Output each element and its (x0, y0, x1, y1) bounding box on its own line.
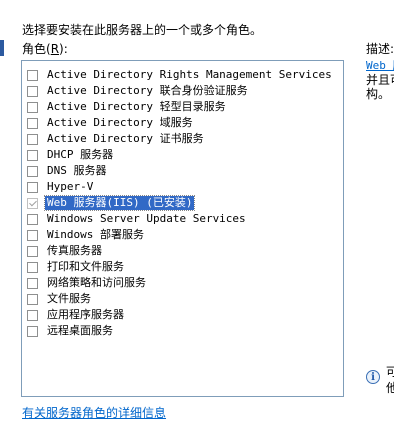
info-line-2: 他 (386, 381, 394, 395)
role-item[interactable]: Active Directory 证书服务 (27, 131, 206, 147)
role-label: 网络策略和访问服务 (47, 276, 146, 289)
role-item[interactable]: Windows Server Update Services (27, 211, 248, 227)
role-checkbox[interactable] (27, 293, 38, 305)
role-label: 远程桌面服务 (47, 324, 113, 337)
role-label: 传真服务器 (47, 244, 102, 257)
more-info-link[interactable]: 有关服务器角色的详细信息 (22, 404, 166, 421)
role-item[interactable]: 远程桌面服务 (27, 323, 115, 339)
role-item[interactable]: Web 服务器(IIS) (已安装) (27, 195, 196, 211)
description-label: 描述: (366, 42, 394, 56)
role-checkbox[interactable] (27, 149, 38, 161)
roles-label-suffix: ): (59, 42, 68, 56)
role-checkbox[interactable] (27, 261, 38, 273)
role-checkbox[interactable] (27, 117, 38, 129)
role-label: Active Directory 联合身份验证服务 (47, 84, 248, 97)
role-label: Active Directory 证书服务 (47, 132, 204, 145)
role-item[interactable]: Active Directory Rights Management Servi… (27, 67, 334, 83)
role-checkbox[interactable] (27, 309, 38, 321)
description-line-3: 构。 (366, 87, 391, 101)
roles-label: 角色(R): (22, 40, 68, 57)
role-item[interactable]: Hyper-V (27, 179, 95, 195)
role-label: 应用程序服务器 (47, 308, 124, 321)
role-checkbox[interactable] (27, 69, 38, 81)
info-icon: i (366, 370, 380, 384)
role-checkbox[interactable] (27, 245, 38, 257)
description-link[interactable]: Web 服 (366, 59, 394, 72)
role-checkbox[interactable] (27, 229, 38, 241)
role-item[interactable]: DNS 服务器 (27, 163, 109, 179)
role-checkbox[interactable] (27, 101, 38, 113)
role-checkbox (27, 197, 38, 209)
role-item[interactable]: 传真服务器 (27, 243, 104, 259)
instruction-text: 选择要安装在此服务器上的一个或多个角色。 (22, 23, 263, 37)
role-item[interactable]: Active Directory 域服务 (27, 115, 195, 131)
role-label: Active Directory 轻型目录服务 (47, 100, 226, 113)
role-checkbox[interactable] (27, 277, 38, 289)
role-label: DNS 服务器 (47, 164, 107, 177)
role-checkbox[interactable] (27, 85, 38, 97)
role-label: 打印和文件服务 (47, 260, 124, 273)
role-label: Windows Server Update Services (47, 212, 246, 225)
info-line-1: 可 (386, 365, 394, 379)
role-item[interactable]: 打印和文件服务 (27, 259, 126, 275)
role-item[interactable]: 网络策略和访问服务 (27, 275, 148, 291)
roles-label-accelerator: R (50, 42, 60, 56)
role-label: Active Directory Rights Management Servi… (47, 68, 332, 81)
role-label: DHCP 服务器 (47, 148, 114, 161)
role-label: Windows 部署服务 (47, 228, 144, 241)
description-line-2: 并且可 (366, 73, 394, 87)
role-checkbox[interactable] (27, 325, 38, 337)
role-label: Active Directory 域服务 (47, 116, 193, 129)
role-label: Web 服务器(IIS) (已安装) (43, 195, 196, 211)
info-text: 可 他 (386, 364, 394, 396)
role-checkbox[interactable] (27, 165, 38, 177)
role-checkbox[interactable] (27, 133, 38, 145)
current-step-marker (0, 40, 4, 56)
role-item[interactable]: 应用程序服务器 (27, 307, 126, 323)
role-label: 文件服务 (47, 292, 91, 305)
role-item[interactable]: Active Directory 轻型目录服务 (27, 99, 228, 115)
role-checkbox[interactable] (27, 181, 38, 193)
description-panel: Web 服 并且可 构。 (366, 58, 394, 110)
role-item[interactable]: Windows 部署服务 (27, 227, 146, 243)
role-label: Hyper-V (47, 180, 94, 193)
roles-label-prefix: 角色( (22, 42, 51, 56)
role-item[interactable]: Active Directory 联合身份验证服务 (27, 83, 250, 99)
role-item[interactable]: DHCP 服务器 (27, 147, 115, 163)
role-item[interactable]: 文件服务 (27, 291, 93, 307)
left-navigation-strip (0, 0, 10, 423)
roles-listbox[interactable]: Active Directory Rights Management Servi… (21, 60, 344, 397)
role-checkbox[interactable] (27, 213, 38, 225)
